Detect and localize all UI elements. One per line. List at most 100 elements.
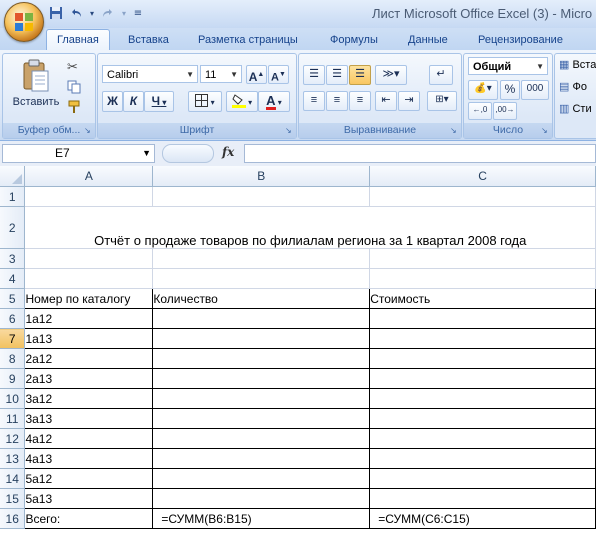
borders-button[interactable]: ▾ [188,91,222,112]
dialog-launcher-icon[interactable]: ↘ [541,127,549,135]
row-header[interactable]: 15 [0,488,26,509]
cell-b6[interactable] [152,308,371,329]
cell-c4[interactable] [369,268,596,289]
tab-page-layout[interactable]: Разметка страницы [198,30,298,50]
cell-c1[interactable] [369,186,596,207]
dialog-launcher-icon[interactable]: ↘ [84,127,92,135]
tab-home[interactable]: Главная [46,29,110,52]
tab-insert[interactable]: Вставка [128,30,169,50]
insert-function-icon[interactable]: fx [222,145,234,159]
dialog-launcher-icon[interactable]: ↘ [450,127,458,135]
row-header[interactable]: 3 [0,248,26,269]
align-right-button[interactable]: ≡ [349,91,371,111]
decrease-indent-button[interactable]: ⇤ [375,91,397,111]
cell-a13[interactable]: 4а13 [24,448,154,469]
cell-c16[interactable]: =СУММ(C6:C15) [369,508,596,529]
formula-input[interactable] [244,144,596,163]
paste-button[interactable]: Вставить [6,56,66,120]
shrink-font-button[interactable]: A▼ [268,65,289,84]
cell-b12[interactable] [152,428,371,449]
align-top-button[interactable]: ☰ [303,65,325,85]
cell-a6[interactable]: 1а12 [24,308,154,329]
cell-a12[interactable]: 4а12 [24,428,154,449]
number-format-select[interactable]: Общий ▼ [468,57,548,75]
cell-styles-button[interactable]: ▥ Сти [559,102,592,115]
font-color-button[interactable]: A ▾ [258,91,290,112]
chevron-down-icon[interactable]: ▾ [88,6,96,22]
cell-b1[interactable] [152,186,371,207]
italic-button[interactable]: К [123,91,144,112]
cell-b16[interactable]: =СУММ(B6:B15) [152,508,371,529]
tab-data[interactable]: Данные [408,30,448,50]
row-header[interactable]: 4 [0,268,26,289]
thousands-separator-button[interactable]: 000 [521,80,549,100]
row-header[interactable]: 14 [0,468,26,489]
currency-format-button[interactable]: 💰▾ [468,80,498,100]
row-header[interactable]: 7 [0,328,26,349]
cell-c9[interactable] [369,368,596,389]
align-center-button[interactable]: ≡ [326,91,348,111]
cell-c14[interactable] [369,468,596,489]
cell-c10[interactable] [369,388,596,409]
redo-icon[interactable] [100,6,116,22]
cell-a7[interactable]: 1а13 [24,328,154,349]
formula-bar-grip[interactable] [162,144,214,163]
cell-b8[interactable] [152,348,371,369]
tab-formulas[interactable]: Формулы [330,30,378,50]
align-bottom-button[interactable]: ☰ [349,65,371,85]
cell-a8[interactable]: 2а12 [24,348,154,369]
cell-a16[interactable]: Всего: [24,508,154,529]
decrease-decimal-button[interactable]: ,00→ [493,102,517,120]
copy-icon[interactable] [67,80,81,97]
cell-c7[interactable] [369,328,596,349]
dialog-launcher-icon[interactable]: ↘ [285,127,293,135]
row-header[interactable]: 16 [0,508,26,529]
office-button[interactable] [4,2,44,42]
cell-b13[interactable] [152,448,371,469]
cut-icon[interactable]: ✂ [67,60,78,75]
column-header-b[interactable]: B [152,166,371,187]
cell-a11[interactable]: 3а13 [24,408,154,429]
tab-review[interactable]: Рецензирование [478,30,563,50]
cell-c11[interactable] [369,408,596,429]
cell-c3[interactable] [369,248,596,269]
wrap-text-button[interactable]: ↵ [429,65,453,85]
cell-b10[interactable] [152,388,371,409]
row-header[interactable]: 6 [0,308,26,329]
row-header[interactable]: 10 [0,388,26,409]
align-middle-button[interactable]: ☰ [326,65,348,85]
chevron-down-icon[interactable]: ▾ [120,6,128,22]
cell-c12[interactable] [369,428,596,449]
merge-center-button[interactable]: ⊞▾ [427,91,457,111]
row-header[interactable]: 2 [0,206,26,249]
customize-qat-icon[interactable]: ≡ [132,6,144,22]
cell-b15[interactable] [152,488,371,509]
cell-c8[interactable] [369,348,596,369]
cell-b4[interactable] [152,268,371,289]
cell-c13[interactable] [369,448,596,469]
font-size-select[interactable]: 11 ▼ [200,65,242,83]
cell-a14[interactable]: 5а12 [24,468,154,489]
font-name-select[interactable]: Calibri ▼ [102,65,198,83]
name-box[interactable]: E7 ▼ [2,144,155,163]
cell-c6[interactable] [369,308,596,329]
cell-a3[interactable] [24,248,154,269]
increase-indent-button[interactable]: ⇥ [398,91,420,111]
row-header[interactable]: 8 [0,348,26,369]
cell-b11[interactable] [152,408,371,429]
cell-b5[interactable]: Количество [152,288,371,309]
underline-button[interactable]: Ч ▾ [144,91,174,112]
cell-c15[interactable] [369,488,596,509]
cell-a1[interactable] [24,186,154,207]
percent-button[interactable]: % [500,80,520,100]
cell-a5[interactable]: Номер по каталогу [24,288,154,309]
row-header[interactable]: 9 [0,368,26,389]
increase-decimal-button[interactable]: ←,0 [468,102,492,120]
cell-a15[interactable]: 5а13 [24,488,154,509]
column-header-a[interactable]: A [24,166,154,187]
fill-color-button[interactable]: ▾ [226,91,258,112]
select-all-corner[interactable] [0,166,26,187]
grow-font-button[interactable]: A▲ [246,65,267,84]
undo-icon[interactable] [68,6,84,22]
save-icon[interactable] [48,6,64,22]
